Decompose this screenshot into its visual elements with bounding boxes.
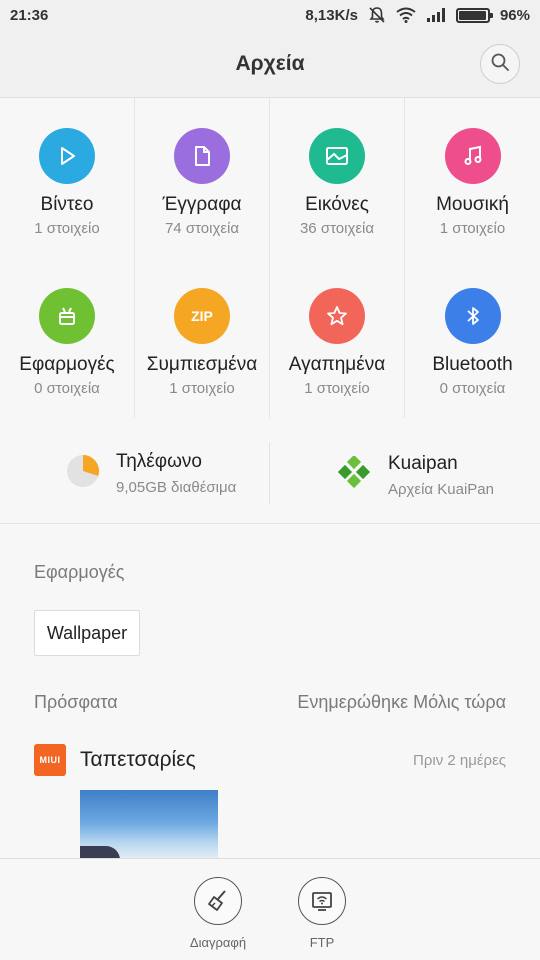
category-count: 36 στοιχεία bbox=[299, 220, 375, 237]
play-icon bbox=[39, 128, 95, 184]
battery-percent: 96% bbox=[499, 6, 530, 24]
page-title: Αρχεία bbox=[235, 51, 305, 75]
category-video[interactable]: Βίντεο 1 στοιχείο bbox=[0, 98, 135, 258]
category-music[interactable]: Μουσική 1 στοιχείο bbox=[405, 98, 540, 258]
bottom-bar: Διαγραφή FTP bbox=[0, 858, 540, 960]
apps-section-title: Εφαρμογές bbox=[34, 562, 125, 582]
category-count: 1 στοιχείο bbox=[439, 220, 506, 237]
category-label: Βίντεο bbox=[40, 194, 94, 215]
category-count: 74 στοιχεία bbox=[164, 220, 240, 237]
ftp-label: FTP bbox=[309, 935, 335, 950]
category-favorites[interactable]: Αγαπημένα 1 στοιχείο bbox=[270, 258, 405, 418]
wifi-icon bbox=[396, 7, 416, 23]
storage-phone-text: Τηλέφωνο 9,05GB διαθέσιμα bbox=[116, 451, 236, 496]
category-label: Έγγραφα bbox=[162, 194, 242, 215]
category-label: Συμπιεσμένα bbox=[146, 354, 258, 375]
music-icon bbox=[444, 128, 501, 184]
category-label: Μουσική bbox=[436, 194, 509, 215]
category-apps[interactable]: Εφαρμογές 0 στοιχεία bbox=[0, 258, 135, 418]
star-icon bbox=[309, 288, 365, 344]
storage-subtitle: Αρχεία KuaiPan bbox=[388, 481, 494, 498]
storage-subtitle: 9,05GB διαθέσιμα bbox=[116, 478, 237, 496]
recent-thumbnail[interactable] bbox=[80, 790, 218, 860]
ftp-button[interactable]: FTP bbox=[287, 877, 357, 960]
storage-kuaipan-text: Kuaipan Αρχεία KuaiPan bbox=[388, 453, 494, 498]
status-bar: 21:36 8,13K/s 96% bbox=[0, 0, 540, 30]
zip-icon: ZIP bbox=[174, 288, 230, 344]
recent-item-time: Πριν 2 ημέρες bbox=[413, 751, 506, 769]
search-button[interactable] bbox=[480, 44, 520, 84]
search-icon bbox=[490, 52, 510, 77]
zip-badge: ZIP bbox=[191, 308, 213, 324]
signal-icon bbox=[426, 7, 446, 23]
recent-section-title: Πρόσφατα bbox=[34, 692, 118, 712]
ftp-icon bbox=[298, 877, 346, 925]
category-label: Αγαπημένα bbox=[288, 354, 386, 375]
android-icon bbox=[39, 288, 95, 344]
updated-status: Ενημερώθηκε Μόλις τώρα bbox=[297, 692, 506, 712]
category-grid: Βίντεο 1 στοιχείο Έγγραφα 74 στοιχεία Ει… bbox=[0, 98, 540, 418]
category-documents[interactable]: Έγγραφα 74 στοιχεία bbox=[135, 98, 270, 258]
category-count: 0 στοιχεία bbox=[439, 380, 506, 397]
recent-item[interactable]: MIUI Ταπετσαρίες Πριν 2 ημέρες bbox=[34, 742, 506, 778]
mute-icon bbox=[368, 6, 386, 24]
document-icon bbox=[174, 128, 230, 184]
category-count: 1 στοιχείο bbox=[34, 220, 100, 237]
category-count: 1 στοιχείο bbox=[169, 380, 235, 397]
broom-icon bbox=[194, 877, 242, 925]
category-bluetooth[interactable]: Bluetooth 0 στοιχεία bbox=[405, 258, 540, 418]
category-archives[interactable]: ZIP Συμπιεσμένα 1 στοιχείο bbox=[135, 258, 270, 418]
battery-level bbox=[458, 10, 486, 20]
miui-logo-icon: MIUI bbox=[34, 744, 66, 776]
net-speed: 8,13K/s bbox=[305, 6, 358, 24]
storage-title: Kuaipan bbox=[388, 453, 458, 474]
storage-row: Τηλέφωνο 9,05GB διαθέσιμα Kuaipan Αρχεία… bbox=[0, 428, 540, 524]
category-images[interactable]: Εικόνες 36 στοιχεία bbox=[270, 98, 405, 258]
category-label: Bluetooth bbox=[432, 354, 513, 375]
storage-title: Τηλέφωνο bbox=[116, 450, 202, 472]
storage-kuaipan[interactable]: Kuaipan Αρχεία KuaiPan bbox=[270, 428, 540, 523]
app-chip-wallpaper[interactable]: Wallpaper bbox=[34, 610, 140, 656]
app-header: Αρχεία bbox=[0, 30, 540, 98]
category-count: 1 στοιχείο bbox=[304, 380, 370, 397]
bluetooth-icon bbox=[444, 288, 501, 344]
category-label: Εφαρμογές bbox=[19, 354, 115, 375]
pie-chart-icon bbox=[66, 454, 100, 493]
delete-label: Διαγραφή bbox=[189, 935, 247, 950]
storage-phone[interactable]: Τηλέφωνο 9,05GB διαθέσιμα bbox=[0, 442, 270, 504]
category-count: 0 στοιχεία bbox=[34, 380, 100, 397]
recent-item-title: Ταπετσαρίες bbox=[80, 748, 196, 771]
delete-button[interactable]: Διαγραφή bbox=[183, 877, 253, 960]
image-icon bbox=[309, 128, 365, 184]
battery-icon bbox=[455, 7, 493, 23]
category-label: Εικόνες bbox=[305, 194, 369, 215]
status-right: 8,13K/s 96% bbox=[305, 6, 530, 24]
status-time: 21:36 bbox=[10, 6, 49, 24]
kuaipan-logo-icon bbox=[337, 454, 372, 495]
